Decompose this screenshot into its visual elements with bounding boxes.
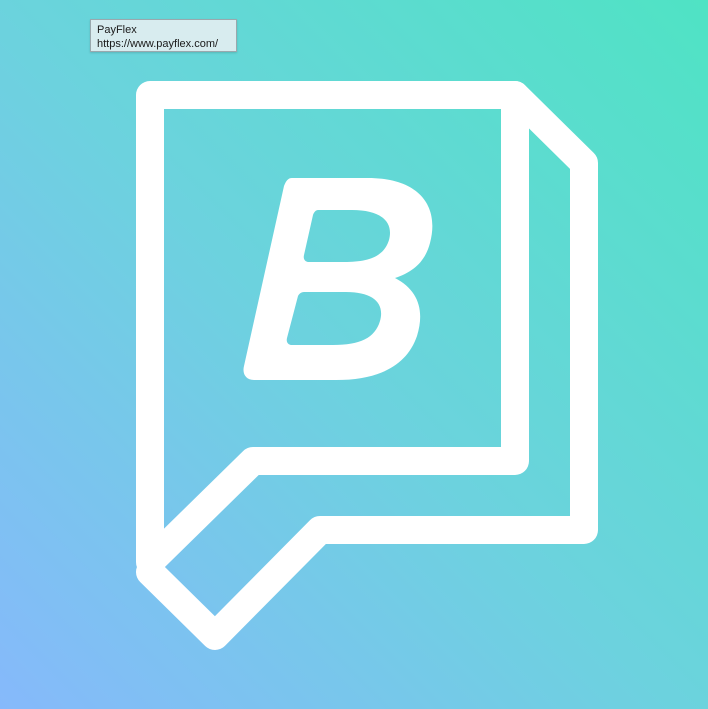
link-tooltip: PayFlex https://www.payflex.com/ bbox=[90, 19, 237, 52]
payflex-logo bbox=[0, 0, 708, 709]
app-icon-background: PayFlex https://www.payflex.com/ bbox=[0, 0, 708, 709]
speech-bubble-b-icon bbox=[136, 81, 598, 650]
bubble-front-outline bbox=[136, 81, 529, 576]
tooltip-title: PayFlex bbox=[97, 24, 137, 36]
tooltip-url: https://www.payflex.com/ bbox=[97, 38, 219, 50]
b-letter-icon bbox=[243, 178, 433, 380]
